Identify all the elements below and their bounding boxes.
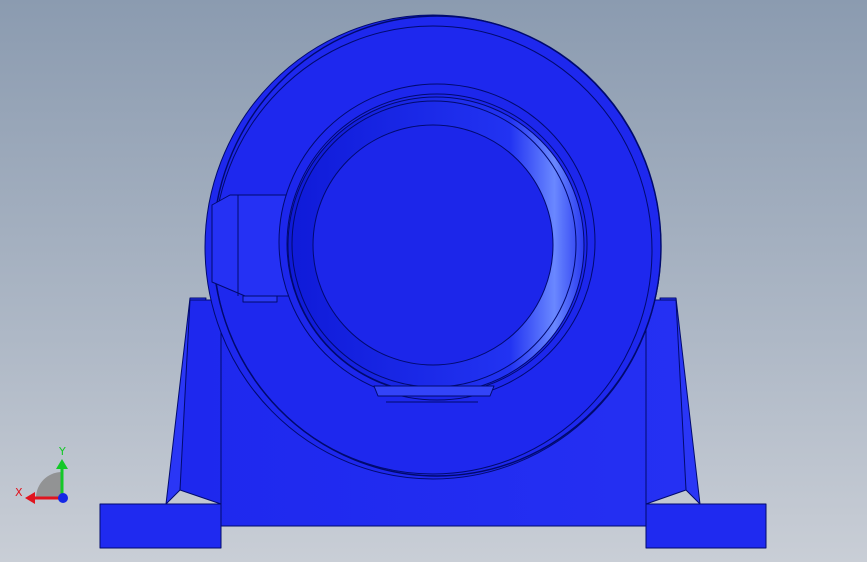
y-axis-label: Y	[58, 445, 66, 458]
x-axis-label: X	[15, 486, 23, 499]
shaft-bore	[312, 124, 554, 366]
right-base-foot	[645, 503, 767, 549]
z-axis-dot	[58, 493, 68, 503]
locking-slot	[373, 385, 495, 397]
triad-plane-patch	[36, 472, 62, 498]
cad-viewport[interactable]: Y X	[0, 0, 867, 562]
bearing-housing-model[interactable]	[99, 14, 767, 549]
coordinate-triad: Y X	[15, 445, 68, 504]
left-base-foot	[99, 503, 222, 549]
grease-fitting-tab	[242, 295, 278, 303]
y-axis-arrowhead	[56, 459, 68, 469]
x-axis-arrowhead	[25, 492, 35, 504]
